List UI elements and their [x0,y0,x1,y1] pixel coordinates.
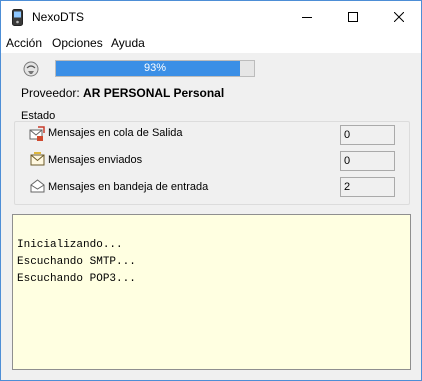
progress-label: 93% [143,62,167,74]
minimize-button[interactable] [284,1,330,33]
close-button[interactable] [376,1,422,33]
provider-line: Proveedor: AR PERSONAL Personal [21,86,224,100]
menu-accion[interactable]: Acción [6,36,42,50]
menu-ayuda[interactable]: Ayuda [111,36,145,50]
inbox-count: 2 [340,177,395,197]
outbox-queue-icon [29,126,45,141]
menu-opciones[interactable]: Opciones [52,36,103,50]
log-line: Escuchando POP3... [17,273,136,285]
outbox-count: 0 [340,125,395,145]
provider-value: AR PERSONAL Personal [83,86,225,100]
connection-icon [23,61,39,77]
phone-app-icon [12,9,23,26]
progress-bar: 93% [55,60,255,77]
app-window: NexoDTS Acción Opciones Ayuda 93% Provee… [0,0,422,381]
menu-bar: Acción Opciones Ayuda [1,33,421,53]
outbox-label: Mensajes en cola de Salida [48,127,183,139]
log-area[interactable]: Inicializando... Escuchando SMTP... Escu… [12,214,411,370]
sent-count: 0 [340,151,395,171]
provider-label: Proveedor: [21,86,80,100]
sent-mail-icon [30,152,45,166]
sent-label: Mensajes enviados [48,154,143,166]
maximize-button[interactable] [330,1,376,33]
estado-title: Estado [21,110,56,122]
log-line: Escuchando SMTP... [17,256,136,268]
title-bar[interactable]: NexoDTS [1,1,421,33]
inbox-label: Mensajes en bandeja de entrada [48,181,209,193]
window-title: NexoDTS [32,10,85,24]
log-line: Inicializando... [17,239,123,251]
inbox-mail-icon [30,179,45,193]
